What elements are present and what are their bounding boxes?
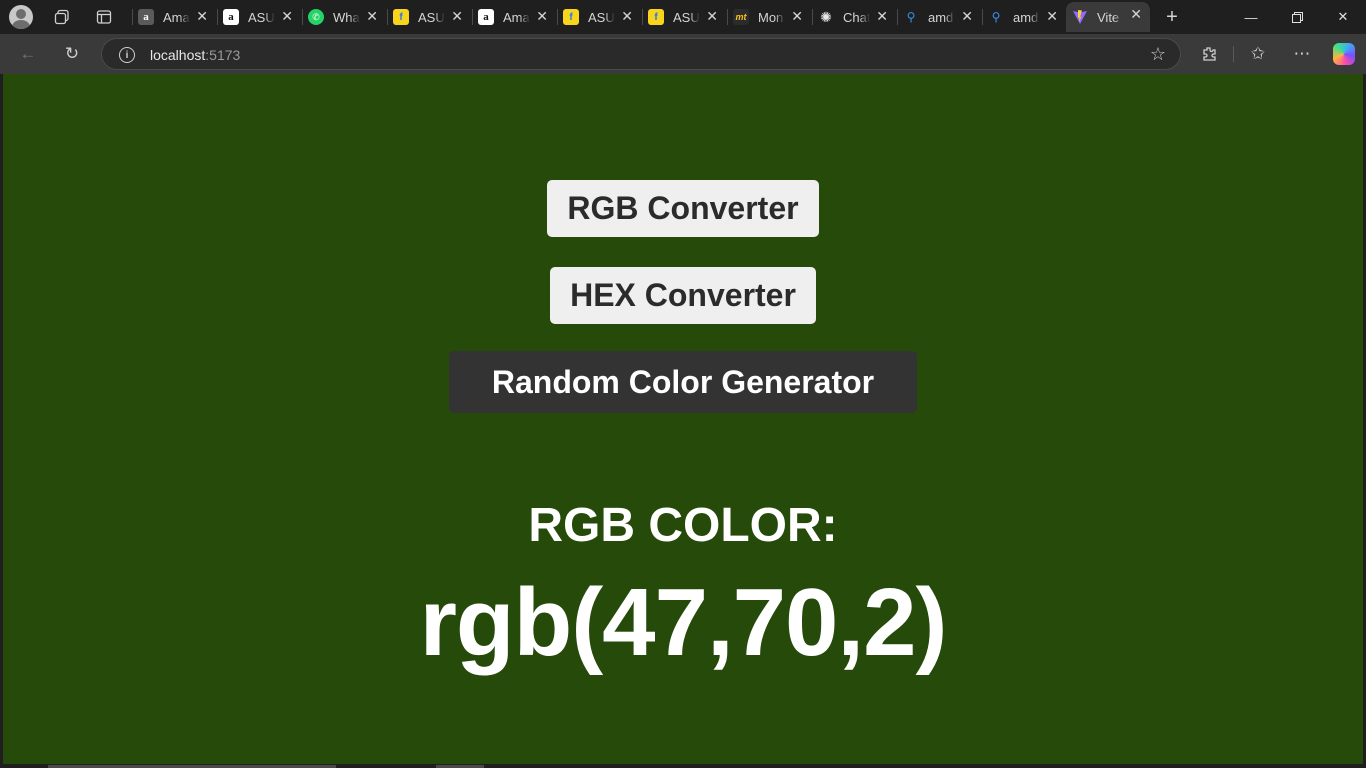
close-icon[interactable]: ✕ (1130, 6, 1142, 23)
tab-title: ASUS (673, 9, 700, 25)
browser-tab[interactable]: f ASUS ✕ (557, 4, 641, 30)
back-arrow-icon[interactable]: ← (16, 42, 40, 66)
flipkart-icon: f (563, 9, 579, 25)
favorite-star-icon[interactable]: ☆ (1150, 44, 1166, 65)
url-port: :5173 (205, 47, 241, 63)
tab-title: Mon (758, 9, 784, 25)
profile-avatar-icon[interactable] (9, 5, 33, 29)
tab-title: amd (928, 9, 954, 25)
close-icon[interactable]: ✕ (706, 8, 718, 25)
url-host: localhost (150, 47, 206, 63)
close-icon[interactable]: ✕ (366, 8, 378, 25)
tab-title: Vite (1097, 9, 1120, 25)
close-icon[interactable]: ✕ (621, 8, 633, 25)
tab-title: ASUS (418, 9, 445, 25)
tab-title: Chat (843, 9, 870, 25)
more-options-icon[interactable]: ⋯ (1290, 42, 1314, 66)
browser-tab[interactable]: a Amazon ✕ (132, 4, 216, 30)
vite-icon (1072, 9, 1088, 25)
vertical-tabs-icon[interactable] (93, 6, 115, 28)
tab-title: WhatsApp (333, 9, 360, 25)
hex-converter-button[interactable]: HEX Converter (550, 267, 816, 324)
tab-title: Amazon (503, 9, 530, 25)
browser-tab[interactable]: a Amazon ✕ (472, 4, 556, 30)
browser-tab[interactable]: ⚲ amd ✕ (982, 4, 1066, 30)
minimize-icon[interactable]: — (1236, 6, 1266, 28)
close-icon[interactable]: ✕ (536, 8, 548, 25)
flipkart-icon: f (393, 9, 409, 25)
tab-title: ASUS (588, 9, 615, 25)
close-icon[interactable]: ✕ (1046, 8, 1058, 25)
browser-tab[interactable]: a ASUS ✕ (217, 4, 301, 30)
browser-tab[interactable]: f ASUS ✕ (642, 4, 726, 30)
copilot-icon[interactable] (1333, 43, 1355, 65)
url-text[interactable]: localhost:5173 (150, 47, 240, 63)
whatsapp-icon: ✆ (308, 9, 324, 25)
rgb-converter-button[interactable]: RGB Converter (547, 180, 819, 237)
chatgpt-icon: ✺ (820, 8, 832, 25)
search-icon: ⚲ (991, 10, 1001, 24)
browser-tab[interactable]: ⚲ amd ✕ (897, 4, 981, 30)
new-tab-button[interactable]: + (1160, 5, 1184, 29)
browser-toolbar: ← ↻ i localhost:5173 ☆ ✩ ⋯ (0, 34, 1366, 74)
tab-title: ASUS (248, 9, 275, 25)
close-icon[interactable]: ✕ (281, 8, 293, 25)
restore-icon[interactable] (1282, 6, 1312, 28)
close-icon[interactable]: ✕ (451, 8, 463, 25)
amazon-icon: a (478, 9, 494, 25)
color-value: rgb(47,70,2) (419, 569, 948, 676)
browser-tab[interactable]: ✺ Chat ✕ (812, 4, 896, 30)
address-bar[interactable]: i localhost:5173 ☆ (101, 38, 1181, 70)
extensions-icon[interactable] (1197, 42, 1221, 66)
page-viewport: RGB Converter HEX Converter Random Color… (3, 74, 1363, 764)
search-icon: ⚲ (906, 10, 916, 24)
close-icon[interactable]: ✕ (876, 8, 888, 25)
browser-tab-active[interactable]: Vite ✕ (1066, 2, 1150, 32)
close-window-icon[interactable]: ✕ (1328, 6, 1358, 28)
close-icon[interactable]: ✕ (961, 8, 973, 25)
site-info-icon[interactable]: i (119, 47, 135, 63)
close-icon[interactable]: ✕ (196, 8, 208, 25)
browser-tab[interactable]: ✆ WhatsApp ✕ (302, 4, 386, 30)
amazon-icon: a (223, 9, 239, 25)
browser-tab[interactable]: mt Mon ✕ (727, 4, 811, 30)
tab-title: Amazon (163, 9, 190, 25)
horizontal-scrollbar[interactable] (0, 764, 1366, 768)
toolbar-divider (1233, 46, 1234, 62)
tab-title: amd (1013, 9, 1039, 25)
close-icon[interactable]: ✕ (791, 8, 803, 25)
tab-strip: a Amazon ✕ a ASUS ✕ ✆ WhatsApp ✕ f ASUS … (0, 0, 1366, 34)
browser-tab[interactable]: f ASUS ✕ (387, 4, 471, 30)
random-color-generator-button[interactable]: Random Color Generator (449, 351, 917, 413)
amazon-icon: a (138, 9, 154, 25)
flipkart-icon: f (648, 9, 664, 25)
refresh-icon[interactable]: ↻ (60, 42, 84, 66)
favorites-icon[interactable]: ✩ (1246, 42, 1270, 66)
moneycontrol-icon: mt (733, 9, 749, 25)
color-label: RGB COLOR: (528, 499, 838, 552)
workspaces-icon[interactable] (51, 6, 73, 28)
